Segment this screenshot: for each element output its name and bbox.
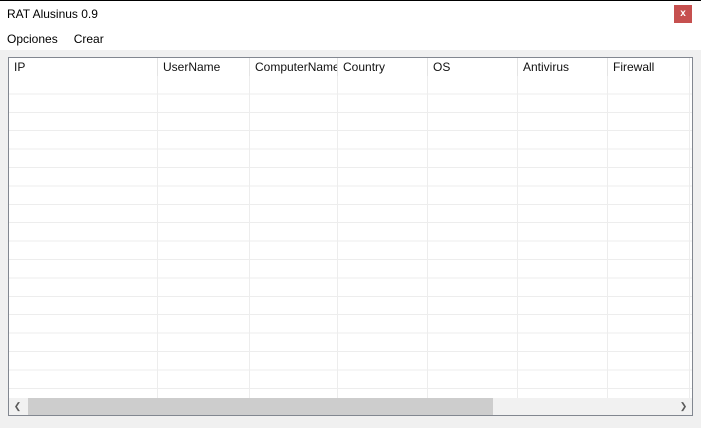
- column-gridline: [517, 76, 518, 398]
- column-header-country[interactable]: Country: [338, 58, 428, 76]
- column-header-firewall[interactable]: Firewall: [608, 58, 690, 76]
- column-header-username[interactable]: UserName: [158, 58, 250, 76]
- close-button[interactable]: x: [674, 5, 692, 23]
- column-gridline: [689, 76, 690, 398]
- column-gridline: [607, 76, 608, 398]
- column-gridline: [249, 76, 250, 398]
- column-header-antivirus[interactable]: Antivirus: [518, 58, 608, 76]
- column-gridline: [337, 76, 338, 398]
- form-background: IPUserNameComputerNameCountryOSAntivirus…: [0, 50, 701, 428]
- title-bar: RAT Alusinus 0.9 x: [0, 1, 701, 28]
- horizontal-scrollbar: ❮ ❯: [9, 398, 692, 415]
- menu-item-opciones[interactable]: Opciones: [7, 30, 58, 48]
- scroll-right-icon[interactable]: ❯: [675, 398, 692, 415]
- menu-item-crear[interactable]: Crear: [74, 30, 104, 48]
- column-header-os[interactable]: OS: [428, 58, 518, 76]
- clients-listview: IPUserNameComputerNameCountryOSAntivirus…: [8, 57, 693, 416]
- column-gridline: [427, 76, 428, 398]
- window-title: RAT Alusinus 0.9: [7, 7, 98, 21]
- listview-body[interactable]: [9, 76, 692, 398]
- column-header-ip[interactable]: IP: [9, 58, 158, 76]
- scroll-left-icon[interactable]: ❮: [9, 398, 26, 415]
- column-gridline: [157, 76, 158, 398]
- app-window: RAT Alusinus 0.9 x Opciones Crear IPUser…: [0, 0, 701, 428]
- listview-header: IPUserNameComputerNameCountryOSAntivirus…: [9, 58, 692, 76]
- menu-bar: Opciones Crear: [0, 28, 701, 50]
- scrollbar-thumb[interactable]: [28, 398, 493, 415]
- column-header-computername[interactable]: ComputerName: [250, 58, 338, 76]
